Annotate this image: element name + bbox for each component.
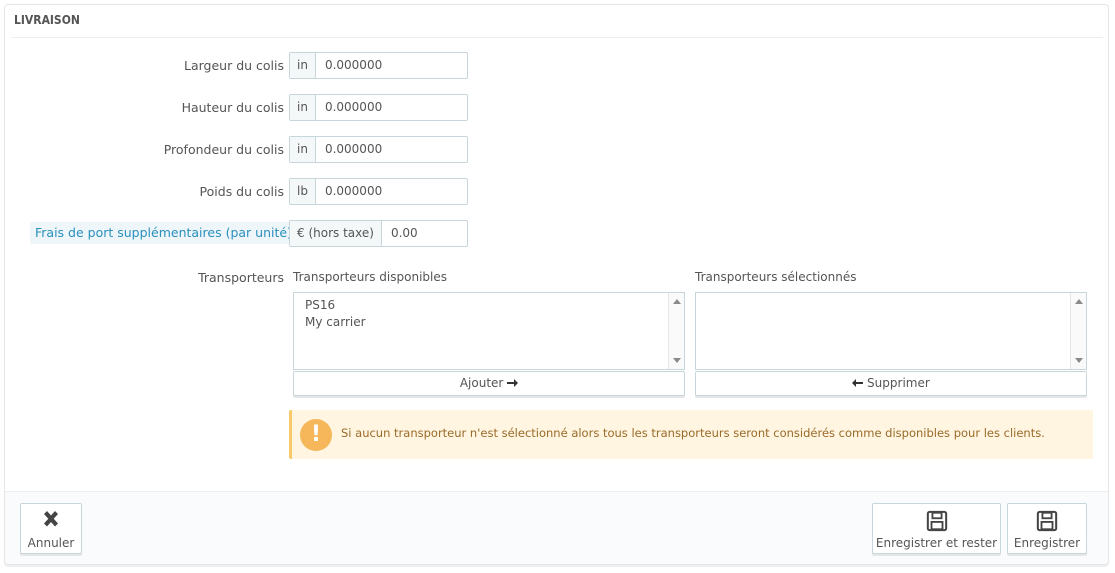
- field-label: Poids du colis: [199, 184, 284, 199]
- selected-carriers-title: Transporteurs sélectionnés: [695, 270, 857, 284]
- scroll-up-icon[interactable]: [1075, 299, 1083, 304]
- panel-title: LIVRAISON: [11, 5, 1103, 38]
- height-input[interactable]: 0.000000: [316, 95, 467, 120]
- add-carrier-button[interactable]: Ajouter: [293, 371, 685, 396]
- field-label: Hauteur du colis: [181, 100, 284, 115]
- field-label: Largeur du colis: [183, 58, 284, 73]
- panel-footer: Annuler Enregistrer et rester Enregistre…: [5, 491, 1108, 564]
- warning-alert: ! Si aucun transporteur n'est sélectionn…: [289, 410, 1093, 459]
- save-label: Enregistrer: [1013, 536, 1081, 550]
- scrollbar[interactable]: [1070, 293, 1086, 369]
- available-carriers-list[interactable]: PS16 My carrier: [293, 292, 685, 370]
- alert-text: Si aucun transporteur n'est sélectionné …: [341, 426, 1045, 440]
- add-button-label: Ajouter: [459, 376, 504, 390]
- extra-shipping-input[interactable]: 0.00: [382, 221, 467, 246]
- field-row-width: Largeur du colis in 0.000000: [5, 52, 475, 79]
- field-row-weight: Poids du colis lb 0.000000: [5, 178, 475, 205]
- shipping-panel: LIVRAISON Largeur du colis in 0.000000 H…: [4, 4, 1109, 565]
- scrollbar[interactable]: [668, 293, 684, 369]
- currency-addon: € (hors taxe): [290, 221, 382, 246]
- save-icon: [1036, 510, 1058, 532]
- cancel-button[interactable]: Annuler: [20, 503, 82, 554]
- weight-input[interactable]: 0.000000: [316, 179, 467, 204]
- carriers-label: Transporteurs: [198, 270, 284, 285]
- arrow-right-icon: [507, 379, 519, 387]
- save-icon: [926, 510, 947, 532]
- weight-input-group: lb 0.000000: [289, 178, 468, 205]
- scroll-up-icon[interactable]: [673, 299, 681, 304]
- unit-addon: in: [290, 53, 316, 78]
- arrow-left-icon: [852, 379, 864, 387]
- remove-carrier-button[interactable]: Supprimer: [695, 371, 1087, 396]
- selected-carriers-list[interactable]: [695, 292, 1087, 370]
- close-icon: [44, 511, 58, 527]
- unit-addon: lb: [290, 179, 316, 204]
- save-button[interactable]: Enregistrer: [1007, 503, 1087, 554]
- width-input[interactable]: 0.000000: [316, 53, 467, 78]
- cancel-label: Annuler: [27, 536, 75, 550]
- scroll-down-icon[interactable]: [673, 358, 681, 363]
- depth-input[interactable]: 0.000000: [316, 137, 467, 162]
- field-row-depth: Profondeur du colis in 0.000000: [5, 136, 475, 163]
- remove-button-label: Supprimer: [867, 376, 930, 390]
- list-item[interactable]: My carrier: [294, 314, 684, 331]
- field-row-extra-shipping: Frais de port supplémentaires (par unité…: [5, 220, 475, 247]
- save-and-stay-label: Enregistrer et rester: [875, 536, 998, 550]
- extra-shipping-input-group: € (hors taxe) 0.00: [289, 220, 468, 247]
- unit-addon: in: [290, 95, 316, 120]
- extra-shipping-label-hint[interactable]: Frais de port supplémentaires (par unité…: [30, 222, 297, 244]
- field-label: Profondeur du colis: [163, 142, 284, 157]
- field-row-height: Hauteur du colis in 0.000000: [5, 94, 475, 121]
- unit-addon: in: [290, 137, 316, 162]
- save-and-stay-button[interactable]: Enregistrer et rester: [872, 503, 1001, 554]
- height-input-group: in 0.000000: [289, 94, 468, 121]
- list-item[interactable]: PS16: [294, 297, 684, 314]
- scroll-down-icon[interactable]: [1075, 358, 1083, 363]
- width-input-group: in 0.000000: [289, 52, 468, 79]
- depth-input-group: in 0.000000: [289, 136, 468, 163]
- exclamation-icon: !: [300, 419, 332, 451]
- available-carriers-title: Transporteurs disponibles: [293, 270, 447, 284]
